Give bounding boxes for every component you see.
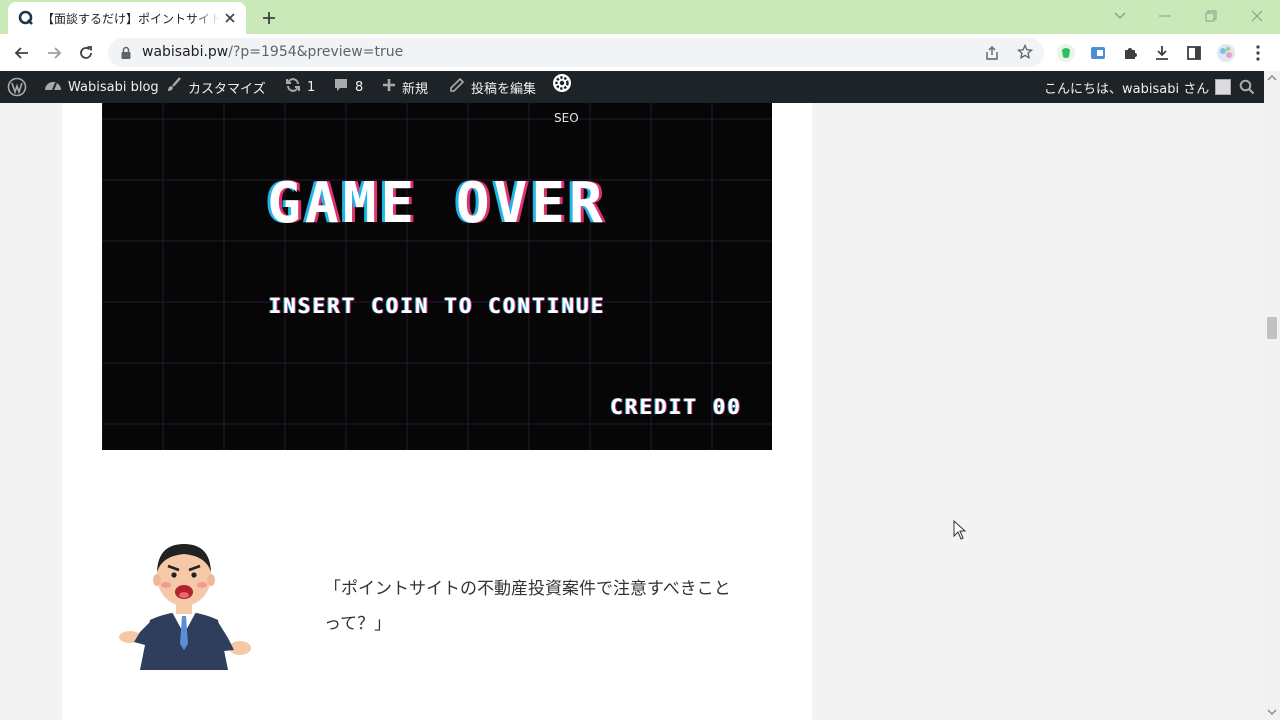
tab-title: 【面談するだけ】ポイントサイトの不動産投資案件: [42, 11, 220, 26]
browser-tab[interactable]: 【面談するだけ】ポイントサイトの不動産投資案件: [8, 2, 246, 34]
update-arrows-icon: [285, 77, 301, 97]
my-account-link[interactable]: こんにちは、wabisabi さん: [1044, 71, 1232, 103]
site-name-link[interactable]: Wabisabi blog: [44, 71, 159, 103]
plus-icon: [382, 78, 396, 96]
wp-admin-bar: Wabisabi blog カスタマイズ 1 8 新規 投稿を編集 こんにちは、…: [0, 71, 1280, 103]
url-text: wabisabi.pw/?p=1954&preview=true: [142, 44, 404, 60]
settings-gear-icon[interactable]: [552, 71, 572, 95]
tab-search-chevron-icon[interactable]: [1105, 4, 1135, 28]
download-icon[interactable]: [1148, 39, 1176, 67]
bookmark-star-icon[interactable]: [1016, 43, 1034, 64]
browser-menu-icon[interactable]: [1244, 39, 1272, 67]
mouse-cursor-icon: [953, 520, 967, 540]
reload-icon[interactable]: [72, 39, 100, 67]
back-icon[interactable]: [8, 39, 36, 67]
search-icon[interactable]: [1239, 71, 1255, 103]
credit-text: CREDIT 00: [610, 395, 742, 419]
restore-icon[interactable]: [1196, 4, 1226, 28]
new-content-link[interactable]: 新規: [382, 71, 428, 103]
article-body: SEO GAME OVER INSERT COIN TO CONTINUE CR…: [62, 103, 812, 720]
forward-icon[interactable]: [40, 39, 68, 67]
tab-strip: 【面談するだけ】ポイントサイトの不動産投資案件: [0, 0, 1280, 34]
side-panel-icon[interactable]: [1180, 39, 1208, 67]
address-bar[interactable]: wabisabi.pw/?p=1954&preview=true: [108, 38, 1044, 67]
game-over-image: SEO GAME OVER INSERT COIN TO CONTINUE CR…: [102, 103, 772, 450]
pencil-icon: [449, 77, 465, 97]
comments-link[interactable]: 8: [333, 71, 363, 103]
image-tag-label: SEO: [554, 111, 579, 125]
scroll-down-arrow-icon[interactable]: [1264, 707, 1280, 717]
scrollbar-thumb[interactable]: [1267, 317, 1277, 339]
page-viewport: SEO GAME OVER INSERT COIN TO CONTINUE CR…: [0, 103, 1264, 720]
share-icon[interactable]: [984, 45, 1000, 65]
updates-link[interactable]: 1: [285, 71, 315, 103]
close-tab-icon[interactable]: [222, 10, 238, 26]
lock-icon: [120, 45, 132, 64]
minimize-icon[interactable]: [1150, 4, 1180, 28]
paintbrush-icon: [166, 77, 182, 97]
profile-avatar-icon[interactable]: [1212, 39, 1240, 67]
extensions-puzzle-icon[interactable]: [1116, 39, 1144, 67]
page-scrollbar[interactable]: [1264, 71, 1280, 720]
speech-text: 「ポイントサイトの不動産投資案件で注意すべきことって？」: [324, 579, 731, 634]
customize-link[interactable]: カスタマイズ: [166, 71, 266, 103]
translate-extension-icon[interactable]: [1084, 39, 1112, 67]
close-window-icon[interactable]: [1242, 4, 1272, 28]
game-over-title: GAME OVER: [267, 171, 607, 236]
new-tab-icon[interactable]: [258, 7, 280, 29]
edit-post-link[interactable]: 投稿を編集: [449, 71, 536, 103]
site-favicon-icon: [18, 10, 34, 26]
scroll-up-arrow-icon[interactable]: [1264, 73, 1280, 83]
insert-coin-text: INSERT COIN TO CONTINUE: [268, 294, 606, 318]
businessman-avatar: [116, 540, 252, 676]
user-avatar: [1215, 79, 1232, 95]
evernote-extension-icon[interactable]: [1052, 39, 1080, 67]
dashboard-gauge-icon: [44, 77, 62, 97]
browser-toolbar: wabisabi.pw/?p=1954&preview=true: [0, 34, 1280, 71]
comment-bubble-icon: [333, 77, 349, 97]
wordpress-logo-icon[interactable]: [7, 71, 27, 103]
